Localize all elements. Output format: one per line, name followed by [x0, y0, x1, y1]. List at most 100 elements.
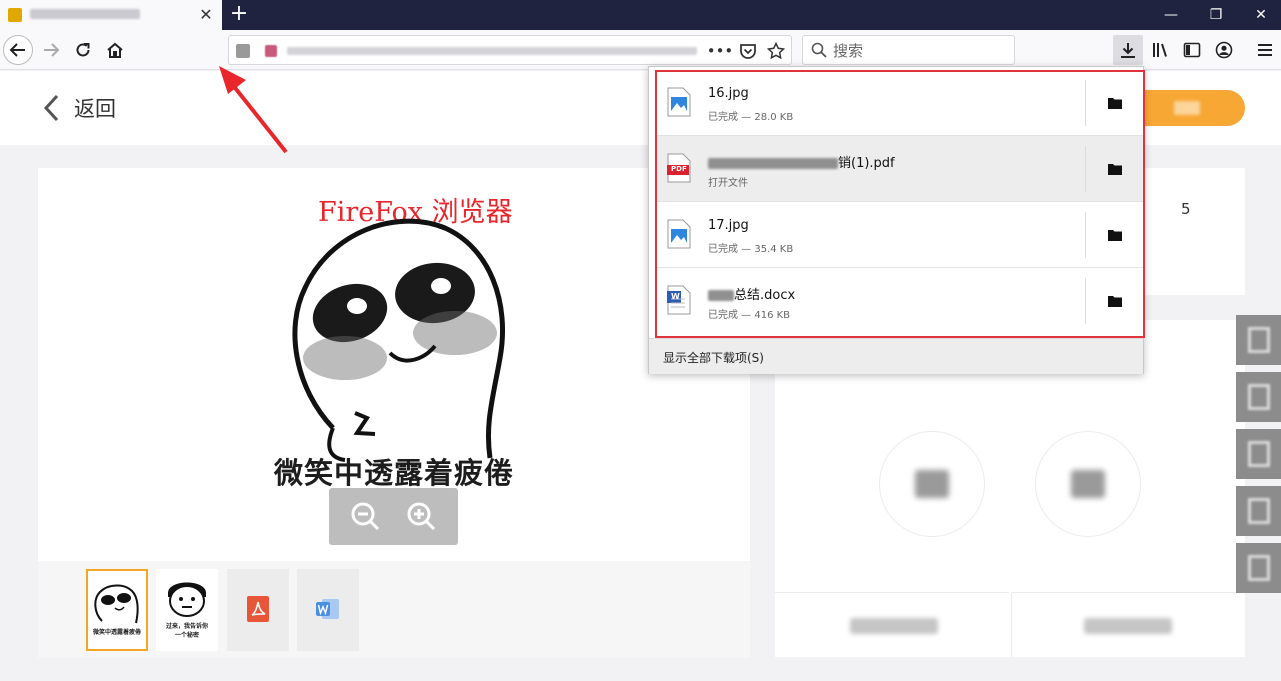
home-button[interactable]: [100, 35, 130, 65]
search-bar[interactable]: [802, 35, 1015, 65]
side-tool-document[interactable]: [1236, 429, 1281, 479]
minimize-button[interactable]: —: [1160, 4, 1182, 26]
sidebar-button[interactable]: [1177, 35, 1207, 65]
active-tab[interactable]: ✕: [0, 0, 222, 30]
image-file-icon: [667, 219, 691, 249]
restore-button[interactable]: ❐: [1205, 4, 1227, 26]
previous-button[interactable]: [775, 592, 1009, 657]
download-item-2-open-folder-button[interactable]: [1103, 157, 1127, 181]
previous-label-redacted: [850, 618, 938, 634]
chevron-left-icon: [43, 94, 59, 122]
address-bar[interactable]: •••: [228, 35, 792, 65]
show-all-downloads-button[interactable]: 显示全部下载项(S): [649, 338, 1143, 374]
tab-title-redacted: [30, 9, 140, 19]
account-button[interactable]: [1209, 35, 1239, 65]
thumbnail-3-pdf[interactable]: [227, 569, 289, 651]
back-button[interactable]: [3, 35, 33, 65]
folder-icon: [1108, 98, 1122, 109]
new-tab-button[interactable]: +: [228, 3, 250, 25]
star-icon: [767, 42, 785, 60]
menu-button[interactable]: [1250, 35, 1280, 65]
close-window-button[interactable]: ✕: [1250, 4, 1272, 26]
download-item-1[interactable]: 16.jpg 已完成 — 28.0 KB: [657, 70, 1143, 136]
download-item-3[interactable]: 17.jpg 已完成 — 35.4 KB: [657, 202, 1143, 268]
clipboard-icon: [1247, 384, 1270, 410]
url-text-redacted[interactable]: [287, 47, 697, 55]
show-all-downloads-label: 显示全部下载项(S): [663, 351, 764, 365]
thumbnail-4-word[interactable]: [297, 569, 359, 651]
zoom-out-button[interactable]: [349, 500, 381, 532]
download-item-1-separator: [1085, 80, 1086, 126]
folder-icon: [1108, 164, 1122, 175]
zoom-in-button[interactable]: [405, 500, 437, 532]
next-button[interactable]: [1011, 592, 1245, 657]
thumbnail-meme2-icon: [168, 582, 206, 617]
forward-button[interactable]: [36, 35, 66, 65]
library-button[interactable]: [1145, 35, 1175, 65]
download-item-3-separator: [1085, 212, 1086, 258]
site-favicon-icon: [265, 45, 277, 57]
download-item-1-status: 已完成 — 28.0 KB: [708, 112, 794, 123]
download-item-4-name: 总结.docx: [708, 284, 795, 303]
note-icon: [1247, 498, 1270, 524]
thumbnail-strip: 微笑中透露着疲倦 过来，我告诉你 一个秘密: [38, 561, 750, 658]
download-item-3-open-folder-button[interactable]: [1103, 223, 1127, 247]
document-icon: [1247, 441, 1270, 467]
download-item-4-open-folder-button[interactable]: [1103, 289, 1127, 313]
pocket-button[interactable]: [737, 40, 759, 62]
search-input[interactable]: [833, 41, 1008, 61]
download-item-4-name-redacted: [708, 290, 734, 301]
thumbnail-2-caption-line1: 过来，我告诉你: [165, 623, 208, 630]
download-item-3-name: 17.jpg: [708, 218, 749, 233]
pdf-badge: PDF: [671, 165, 687, 173]
answer-correct-button[interactable]: [879, 431, 985, 537]
download-item-2-separator: [1085, 146, 1086, 192]
pdf-icon: [247, 596, 269, 622]
page-actions-button[interactable]: •••: [707, 40, 734, 62]
library-icon: [1153, 43, 1167, 57]
side-tool-note[interactable]: [1236, 486, 1281, 536]
account-icon: [1215, 41, 1233, 59]
answer-wrong-label-redacted: [1071, 470, 1105, 498]
hamburger-menu-icon: [1258, 44, 1272, 56]
back-label: 返回: [74, 97, 116, 121]
save-icon: [1247, 555, 1270, 581]
thumbnail-2-caption-line2: 一个秘密: [174, 632, 199, 639]
side-tool-clipboard[interactable]: [1236, 372, 1281, 422]
meme-caption: 微笑中透露着疲倦: [273, 456, 514, 490]
download-item-4[interactable]: W 总结.docx 已完成 — 416 KB: [657, 268, 1143, 334]
reload-button[interactable]: [68, 35, 98, 65]
answer-wrong-button[interactable]: [1035, 431, 1141, 537]
site-identity-icon[interactable]: [236, 44, 250, 58]
downloads-button[interactable]: [1113, 35, 1143, 65]
download-item-2[interactable]: PDF 销(1).pdf 打开文件: [657, 136, 1143, 202]
zoom-out-icon: [351, 502, 380, 531]
folder-icon: [1108, 230, 1122, 241]
downloads-panel: 16.jpg 已完成 — 28.0 KB PDF 销(1).pdf 打开文件 1…: [648, 66, 1145, 374]
tab-strip: ✕ + — ❐ ✕: [0, 0, 1281, 30]
thumbnail-2[interactable]: 过来，我告诉你 一个秘密: [156, 569, 218, 651]
tab-favicon-icon: [8, 8, 22, 22]
side-tool-save[interactable]: [1236, 543, 1281, 593]
pocket-icon: [740, 44, 756, 59]
thumbnail-1[interactable]: 微笑中透露着疲倦: [86, 569, 148, 651]
download-item-2-name-redacted: [708, 158, 838, 169]
arrow-right-icon: [44, 43, 60, 57]
question-number: 5: [1181, 200, 1191, 218]
navigation-toolbar: •••: [0, 30, 1281, 70]
download-item-1-open-folder-button[interactable]: [1103, 91, 1127, 115]
next-label-redacted: [1084, 618, 1172, 634]
download-item-1-name: 16.jpg: [708, 86, 749, 101]
download-arrow-icon: [1121, 43, 1135, 58]
reload-icon: [76, 43, 90, 57]
bookmark-star-button[interactable]: [765, 40, 787, 62]
download-item-4-status: 已完成 — 416 KB: [708, 310, 791, 321]
meme-face-drawing: [292, 218, 506, 462]
back-link[interactable]: 返回: [42, 93, 116, 123]
file-preview-panel: FireFox 浏览器 微笑中透露着疲倦 微笑中透露着疲倦 过来，我告诉你 一个…: [38, 168, 750, 658]
zoom-in-icon: [407, 502, 436, 531]
answer-correct-label-redacted: [915, 470, 949, 498]
tab-close-icon[interactable]: ✕: [198, 5, 214, 25]
side-tool-edit[interactable]: [1236, 315, 1281, 365]
download-item-2-status: 打开文件: [708, 178, 748, 189]
